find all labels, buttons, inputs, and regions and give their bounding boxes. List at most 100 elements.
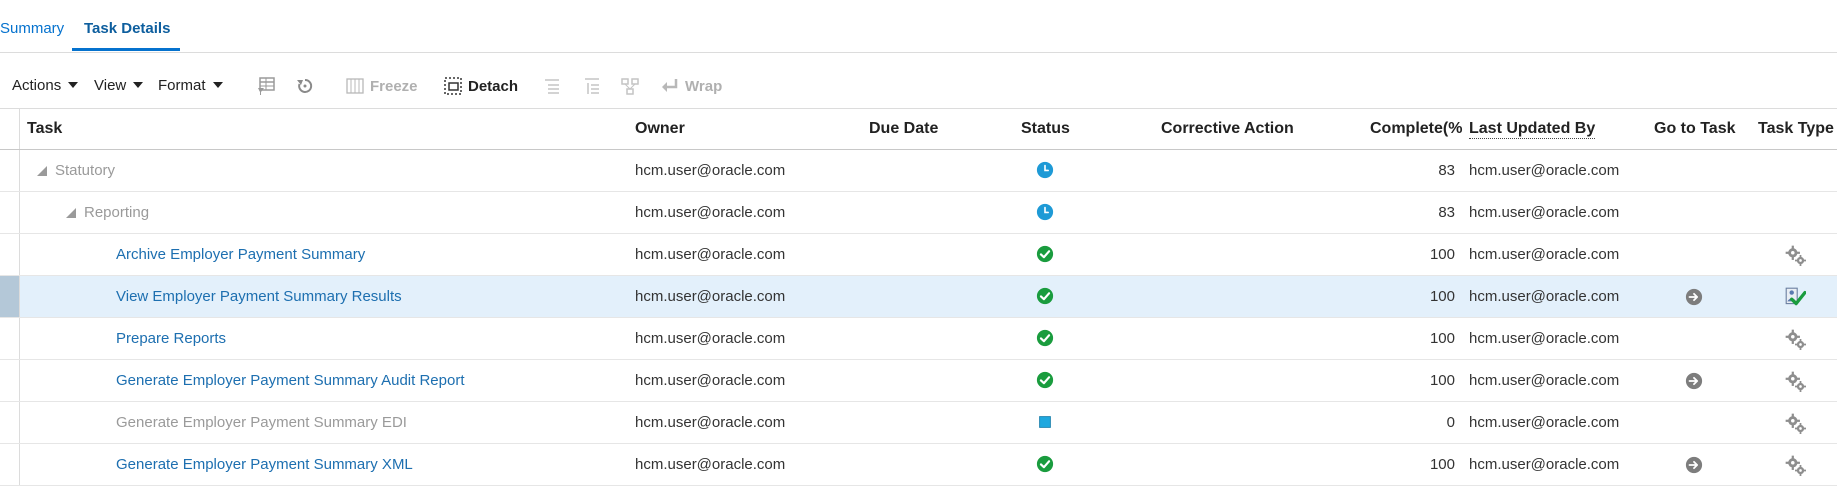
table-row[interactable]: Generate Employer Payment Summary Audit … bbox=[0, 360, 1837, 402]
refresh-icon[interactable] bbox=[295, 76, 315, 96]
last-updated-by: hcm.user@oracle.com bbox=[1469, 372, 1620, 389]
wrap-button[interactable]: Wrap bbox=[661, 77, 722, 95]
completed-check-icon bbox=[1036, 371, 1054, 389]
collapse-rows-icon[interactable] bbox=[542, 76, 562, 96]
column-header-corrective-action[interactable]: Corrective Action bbox=[1161, 120, 1294, 138]
last-updated-by: hcm.user@oracle.com bbox=[1469, 456, 1620, 473]
column-header-task[interactable]: Task bbox=[27, 120, 62, 138]
chevron-down-icon bbox=[212, 82, 223, 88]
task-owner: hcm.user@oracle.com bbox=[635, 246, 786, 263]
row-header-cell[interactable] bbox=[0, 318, 20, 359]
task-owner: hcm.user@oracle.com bbox=[635, 288, 786, 305]
row-header-cell[interactable] bbox=[0, 234, 20, 275]
table-row[interactable]: Prepare Reports hcm.user@oracle.com 100 hcm… bbox=[0, 318, 1837, 360]
task-name[interactable]: Prepare Reports bbox=[116, 330, 226, 347]
detach-button[interactable]: Detach bbox=[444, 77, 518, 95]
completed-check-icon bbox=[1036, 329, 1054, 347]
expand-rows-icon[interactable] bbox=[582, 76, 602, 96]
last-updated-by: hcm.user@oracle.com bbox=[1469, 288, 1620, 305]
task-owner: hcm.user@oracle.com bbox=[635, 162, 786, 179]
go-to-task-arrow-icon[interactable] bbox=[1685, 456, 1703, 474]
gears-icon bbox=[1785, 413, 1806, 434]
task-name[interactable]: Generate Employer Payment Summary Audit … bbox=[116, 372, 465, 389]
table-row[interactable]: Statutory hcm.user@oracle.com 83 hcm.user@o… bbox=[0, 150, 1837, 192]
column-header-task-type[interactable]: Task Type bbox=[1758, 120, 1834, 138]
task-owner: hcm.user@oracle.com bbox=[635, 456, 786, 473]
freeze-label: Freeze bbox=[370, 78, 418, 95]
hierarchy-icon[interactable] bbox=[620, 76, 640, 96]
row-header-cell[interactable] bbox=[0, 192, 20, 233]
table-row[interactable]: View Employer Payment Summary Results hcm… bbox=[0, 276, 1837, 318]
tab-task-details[interactable]: Task Details bbox=[84, 20, 170, 37]
task-name[interactable]: Generate Employer Payment Summary XML bbox=[116, 456, 413, 473]
last-updated-by: hcm.user@oracle.com bbox=[1469, 246, 1620, 263]
manual-check-icon bbox=[1785, 287, 1806, 306]
percent-complete: 100 bbox=[1429, 456, 1455, 473]
column-header-go-to-task[interactable]: Go to Task bbox=[1654, 120, 1736, 138]
go-to-task-arrow-icon[interactable] bbox=[1685, 372, 1703, 390]
table-row[interactable]: Generate Employer Payment Summary XML hcm… bbox=[0, 444, 1837, 486]
wrap-icon bbox=[662, 79, 678, 92]
row-header-cell[interactable] bbox=[0, 402, 20, 443]
last-updated-by: hcm.user@oracle.com bbox=[1469, 204, 1620, 221]
format-menu[interactable]: Format bbox=[158, 77, 223, 94]
view-menu-label: View bbox=[94, 77, 127, 94]
table-body: Statutory hcm.user@oracle.com 83 hcm.user@o… bbox=[0, 150, 1837, 486]
tab-summary[interactable]: Summary bbox=[0, 20, 64, 37]
in-progress-clock-icon bbox=[1036, 203, 1054, 221]
tab-bar: Summary Task Details bbox=[0, 0, 1837, 53]
task-name: Statutory bbox=[55, 162, 116, 179]
actions-menu[interactable]: Actions bbox=[12, 77, 79, 94]
chevron-down-icon bbox=[68, 82, 79, 88]
percent-complete: 83 bbox=[1438, 162, 1455, 179]
freeze-icon bbox=[346, 78, 364, 94]
chevron-down-icon bbox=[133, 82, 144, 88]
active-tab-indicator bbox=[72, 48, 180, 51]
completed-check-icon bbox=[1036, 287, 1054, 305]
detach-label: Detach bbox=[468, 78, 519, 95]
percent-complete: 100 bbox=[1429, 288, 1455, 305]
in-progress-clock-icon bbox=[1036, 161, 1054, 179]
last-updated-by: hcm.user@oracle.com bbox=[1469, 330, 1620, 347]
wrap-label: Wrap bbox=[685, 78, 723, 95]
collapse-triangle-icon[interactable] bbox=[66, 208, 76, 218]
row-header-cell[interactable] bbox=[0, 276, 20, 317]
column-header-due-date[interactable]: Due Date bbox=[869, 120, 938, 138]
column-header-last-updated-by[interactable]: Last Updated By bbox=[1469, 120, 1596, 139]
column-header-status[interactable]: Status bbox=[1021, 120, 1070, 138]
table-row[interactable]: Generate Employer Payment Summary EDI hcm… bbox=[0, 402, 1837, 444]
go-to-task-arrow-icon[interactable] bbox=[1685, 288, 1703, 306]
query-by-example-icon[interactable] bbox=[256, 76, 276, 96]
percent-complete: 100 bbox=[1429, 372, 1455, 389]
table-header: Task Owner Due Date Status Corrective Ac… bbox=[0, 108, 1837, 150]
task-name: Generate Employer Payment Summary EDI bbox=[116, 414, 407, 431]
table-row[interactable]: Archive Employer Payment Summary hcm.user… bbox=[0, 234, 1837, 276]
row-header-cell[interactable] bbox=[0, 360, 20, 401]
row-header-gutter bbox=[0, 109, 20, 149]
collapse-triangle-icon[interactable] bbox=[37, 166, 47, 176]
column-header-complete[interactable]: Complete(% bbox=[1370, 120, 1462, 138]
gears-icon bbox=[1785, 329, 1806, 350]
percent-complete: 83 bbox=[1438, 204, 1455, 221]
table-toolbar: Actions View Format Freeze Detach Wrap bbox=[0, 70, 1837, 100]
task-details-table: Task Owner Due Date Status Corrective Ac… bbox=[0, 108, 1837, 486]
table-row[interactable]: Reporting hcm.user@oracle.com 83 hcm.user@o… bbox=[0, 192, 1837, 234]
completed-check-icon bbox=[1036, 245, 1054, 263]
last-updated-by: hcm.user@oracle.com bbox=[1469, 414, 1620, 431]
task-owner: hcm.user@oracle.com bbox=[635, 204, 786, 221]
row-header-cell[interactable] bbox=[0, 150, 20, 191]
gears-icon bbox=[1785, 245, 1806, 266]
gears-icon bbox=[1785, 455, 1806, 476]
not-started-square-icon bbox=[1039, 416, 1051, 428]
gears-icon bbox=[1785, 371, 1806, 392]
task-name[interactable]: Archive Employer Payment Summary bbox=[116, 246, 365, 263]
completed-check-icon bbox=[1036, 455, 1054, 473]
column-header-owner[interactable]: Owner bbox=[635, 120, 685, 138]
task-name[interactable]: View Employer Payment Summary Results bbox=[116, 288, 402, 305]
view-menu[interactable]: View bbox=[94, 77, 144, 94]
freeze-button[interactable]: Freeze bbox=[346, 77, 418, 95]
task-owner: hcm.user@oracle.com bbox=[635, 414, 786, 431]
row-header-cell[interactable] bbox=[0, 444, 20, 485]
last-updated-by: hcm.user@oracle.com bbox=[1469, 162, 1620, 179]
format-menu-label: Format bbox=[158, 77, 206, 94]
